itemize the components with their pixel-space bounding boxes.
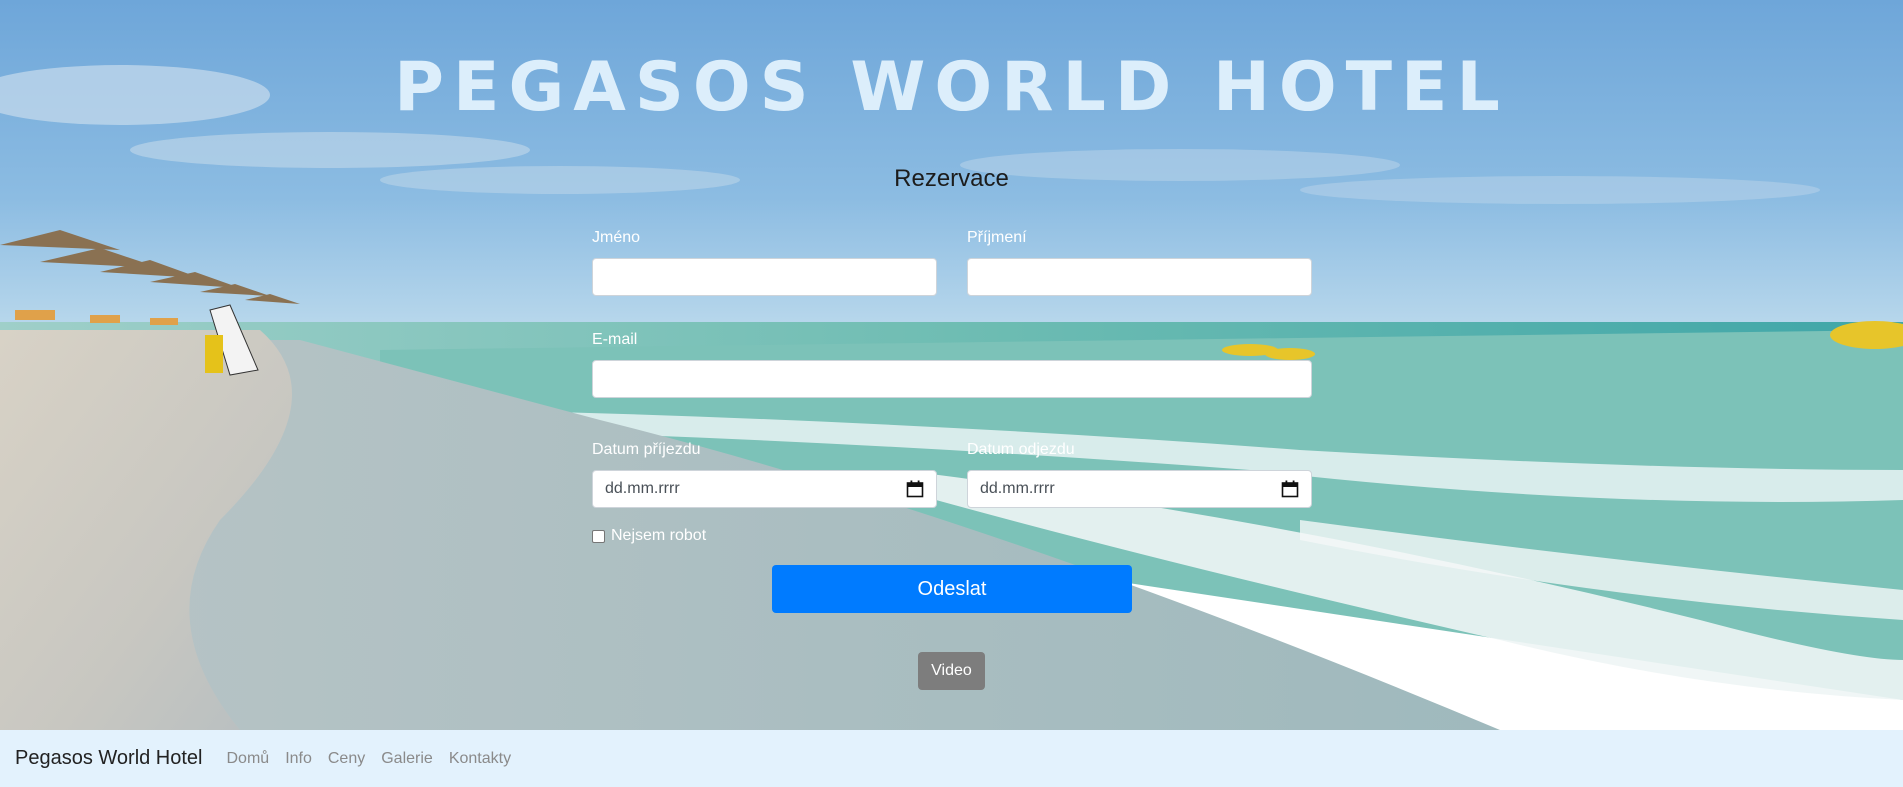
arrival-date-input[interactable]: dd.mm.rrrr <box>592 470 937 508</box>
nav-link-info[interactable]: Info <box>285 750 312 768</box>
nav-link-gallery[interactable]: Galerie <box>381 750 433 768</box>
nav-link-home[interactable]: Domů <box>227 750 270 768</box>
departure-date-label: Datum odjezdu <box>967 441 1075 458</box>
video-button[interactable]: Video <box>918 652 985 690</box>
nav-link-prices[interactable]: Ceny <box>328 750 365 768</box>
form-heading: Rezervace <box>894 165 1009 192</box>
robot-checkbox[interactable] <box>592 529 605 543</box>
departure-date-placeholder: dd.mm.rrrr <box>980 480 1055 497</box>
last-name-input[interactable] <box>967 258 1312 296</box>
arrival-date-placeholder: dd.mm.rrrr <box>605 480 680 497</box>
bottom-navbar: Pegasos World Hotel Domů Info Ceny Galer… <box>0 730 1903 787</box>
robot-label[interactable]: Nejsem robot <box>611 527 706 545</box>
navbar-brand[interactable]: Pegasos World Hotel <box>15 747 203 770</box>
arrival-date-label: Datum příjezdu <box>592 441 701 458</box>
last-name-label: Příjmení <box>967 229 1027 246</box>
calendar-icon[interactable] <box>906 480 924 498</box>
first-name-input[interactable] <box>592 258 937 296</box>
site-title: PEGASOS WORLD HOTEL <box>394 48 1509 127</box>
first-name-label: Jméno <box>592 229 641 246</box>
departure-date-input[interactable]: dd.mm.rrrr <box>967 470 1312 508</box>
calendar-icon[interactable] <box>1281 480 1299 498</box>
submit-button[interactable]: Odeslat <box>772 565 1132 613</box>
nav-link-contacts[interactable]: Kontakty <box>449 750 511 768</box>
email-input[interactable] <box>592 360 1312 398</box>
email-label: E-mail <box>592 331 638 348</box>
robot-check-row: Nejsem robot <box>592 527 706 545</box>
